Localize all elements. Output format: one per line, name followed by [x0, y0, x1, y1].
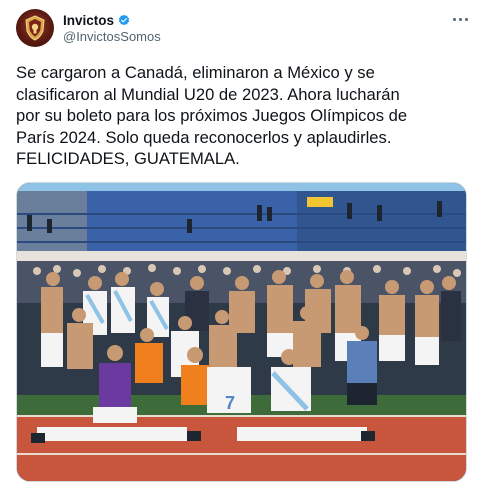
team-celebration-photo[interactable]: 7: [16, 182, 467, 482]
verified-badge-icon: [118, 14, 130, 26]
team-crest-icon: [25, 15, 45, 41]
tweet-card[interactable]: Invictos @InvictosSomos Se cargaron a Ca…: [0, 0, 482, 485]
author-display-name[interactable]: Invictos: [63, 13, 114, 28]
tweet-text: Se cargaron a Canadá, eliminaron a Méxic…: [16, 63, 408, 168]
more-options-icon[interactable]: [447, 8, 473, 30]
author-avatar[interactable]: [16, 9, 54, 47]
jersey-number: 7: [225, 393, 235, 413]
author-handle[interactable]: @InvictosSomos: [63, 29, 161, 44]
